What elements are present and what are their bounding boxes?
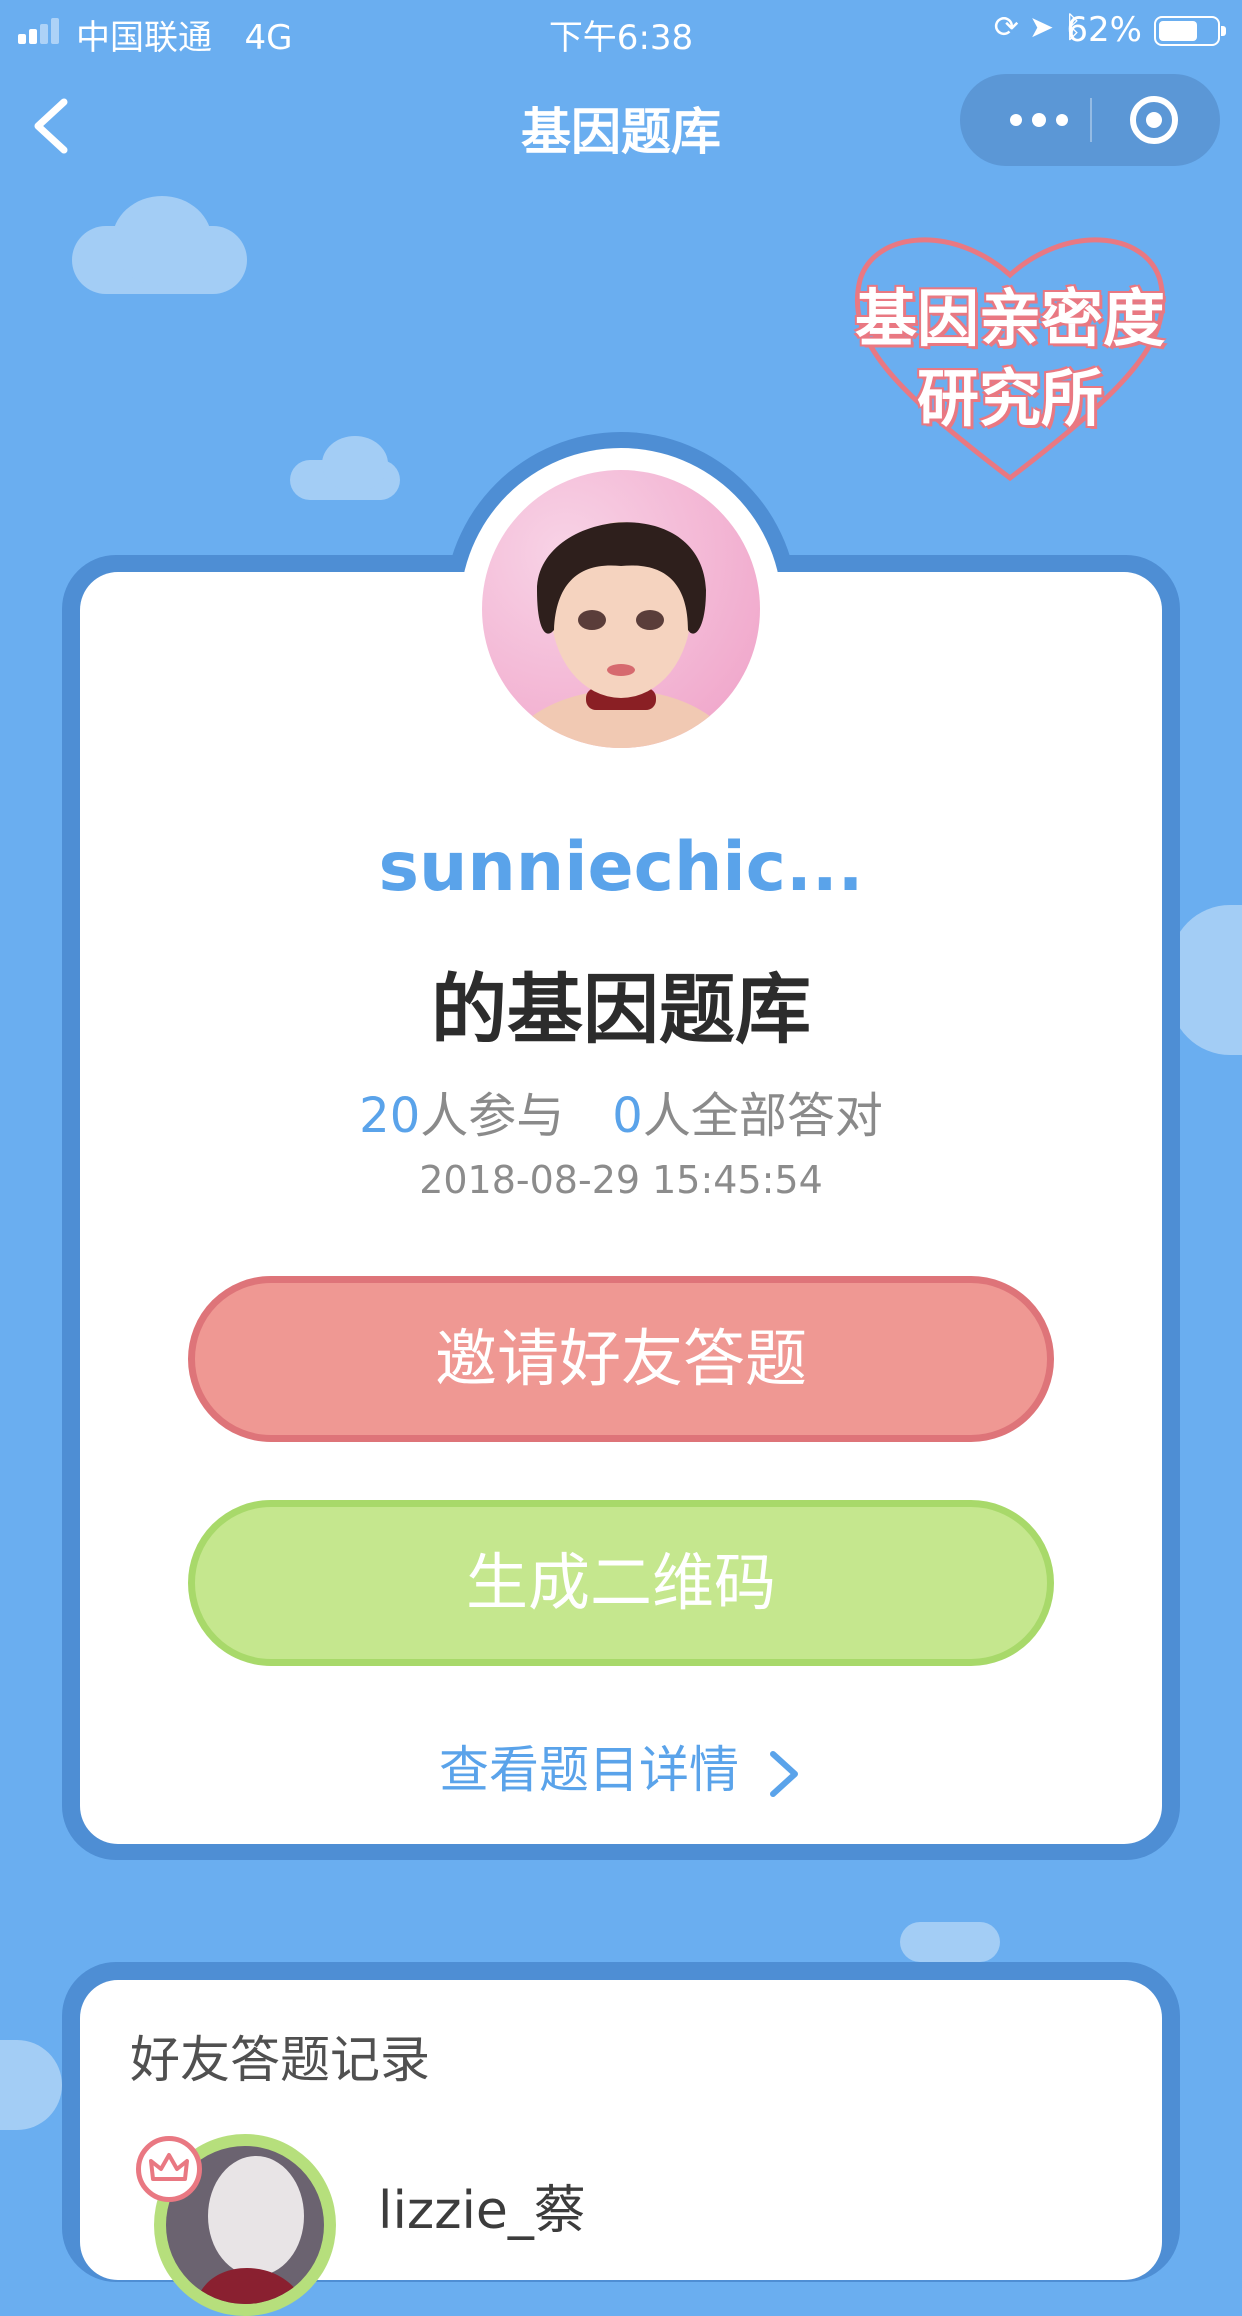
generate-qr-button[interactable]: 生成二维码 xyxy=(188,1500,1054,1666)
records-title: 好友答题记录 xyxy=(130,2031,430,2089)
more-button[interactable] xyxy=(996,74,1080,166)
avatar-portrait xyxy=(505,522,737,748)
app-logo: 基因亲密度 研究所 xyxy=(835,220,1185,490)
status-bar: 中国联通 4G 下午6:38 ⟳➤ᛒ 62% xyxy=(0,0,1242,60)
battery-percent: 62% xyxy=(1066,10,1142,50)
timestamp: 2018-08-29 15:45:54 xyxy=(419,1158,823,1202)
cloud-decoration xyxy=(0,2040,62,2130)
cloud-decoration xyxy=(1170,905,1242,1055)
participants-count: 20 xyxy=(359,1088,421,1144)
target-icon xyxy=(1130,96,1178,144)
chevron-right-icon xyxy=(770,1750,798,1797)
miniprogram-capsule xyxy=(960,74,1220,166)
cloud-decoration xyxy=(900,1922,1000,1962)
crown-icon xyxy=(149,2153,189,2181)
battery-icon xyxy=(1154,16,1226,46)
all-correct-label: 人全部答对 xyxy=(642,1088,883,1144)
location-icon: ➤ xyxy=(1028,10,1064,45)
invite-friends-button[interactable]: 邀请好友答题 xyxy=(188,1276,1054,1442)
rotation-lock-icon: ⟳ xyxy=(993,10,1029,45)
cloud-decoration xyxy=(322,436,388,492)
detail-label: 查看题目详情 xyxy=(439,1741,739,1799)
cloud-decoration xyxy=(112,196,212,286)
record-item-name[interactable]: lizzie_蔡 xyxy=(378,2168,586,2243)
avatar xyxy=(482,470,760,748)
participants-label: 人参与 xyxy=(420,1088,565,1144)
all-correct-count: 0 xyxy=(612,1088,643,1144)
crown-badge xyxy=(136,2136,202,2202)
username: sunniechic... xyxy=(378,828,864,907)
close-miniprogram-button[interactable] xyxy=(1128,94,1180,146)
view-question-details-link[interactable]: 查看题目详情 xyxy=(80,1730,1162,1802)
bank-title: 的基因题库 xyxy=(431,965,811,1054)
participation-stats: 20人参与 0人全部答对 xyxy=(80,1076,1162,1146)
